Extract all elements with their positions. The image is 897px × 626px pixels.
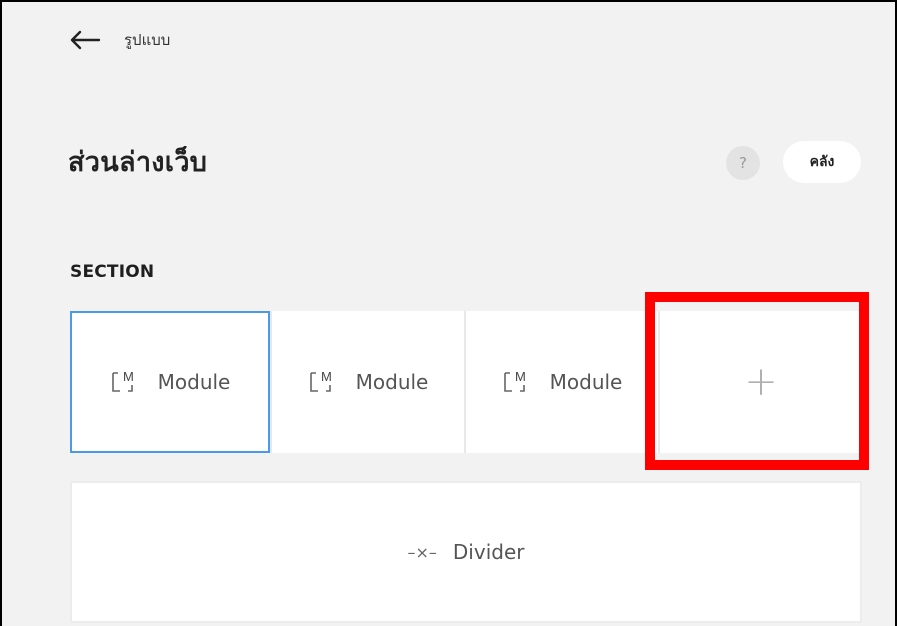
svg-text:M: M [123,369,134,384]
module-label: Module [355,370,429,394]
back-button[interactable] [68,28,102,52]
divider-icon: –×– [407,542,437,562]
footer-settings-panel: รูปแบบ ส่วนล่างเว็บ ? คลัง SECTION M Mod… [2,2,895,626]
breadcrumb: รูปแบบ [68,24,170,56]
module-slot-2[interactable]: M Module [272,311,464,453]
svg-text:M: M [321,369,332,384]
divider-label: Divider [452,540,525,564]
plus-icon: + [744,359,778,405]
module-label: Module [157,370,231,394]
module-icon: M [308,369,338,395]
breadcrumb-label[interactable]: รูปแบบ [124,28,170,52]
library-button[interactable]: คลัง [783,141,861,183]
svg-text:M: M [515,369,526,384]
page-title: ส่วนล่างเว็บ [68,147,208,178]
arrow-left-icon [70,30,101,50]
module-icon: M [110,369,140,395]
section-module-row: M Module M Module M Module + [70,311,862,453]
section-heading: SECTION [70,262,155,282]
help-button[interactable]: ? [726,146,760,180]
module-label: Module [549,370,623,394]
module-slot-1[interactable]: M Module [70,311,270,453]
add-module-button[interactable]: + [660,311,862,453]
module-icon: M [502,369,532,395]
module-slot-3[interactable]: M Module [466,311,658,453]
divider-block[interactable]: –×– Divider [70,481,862,623]
